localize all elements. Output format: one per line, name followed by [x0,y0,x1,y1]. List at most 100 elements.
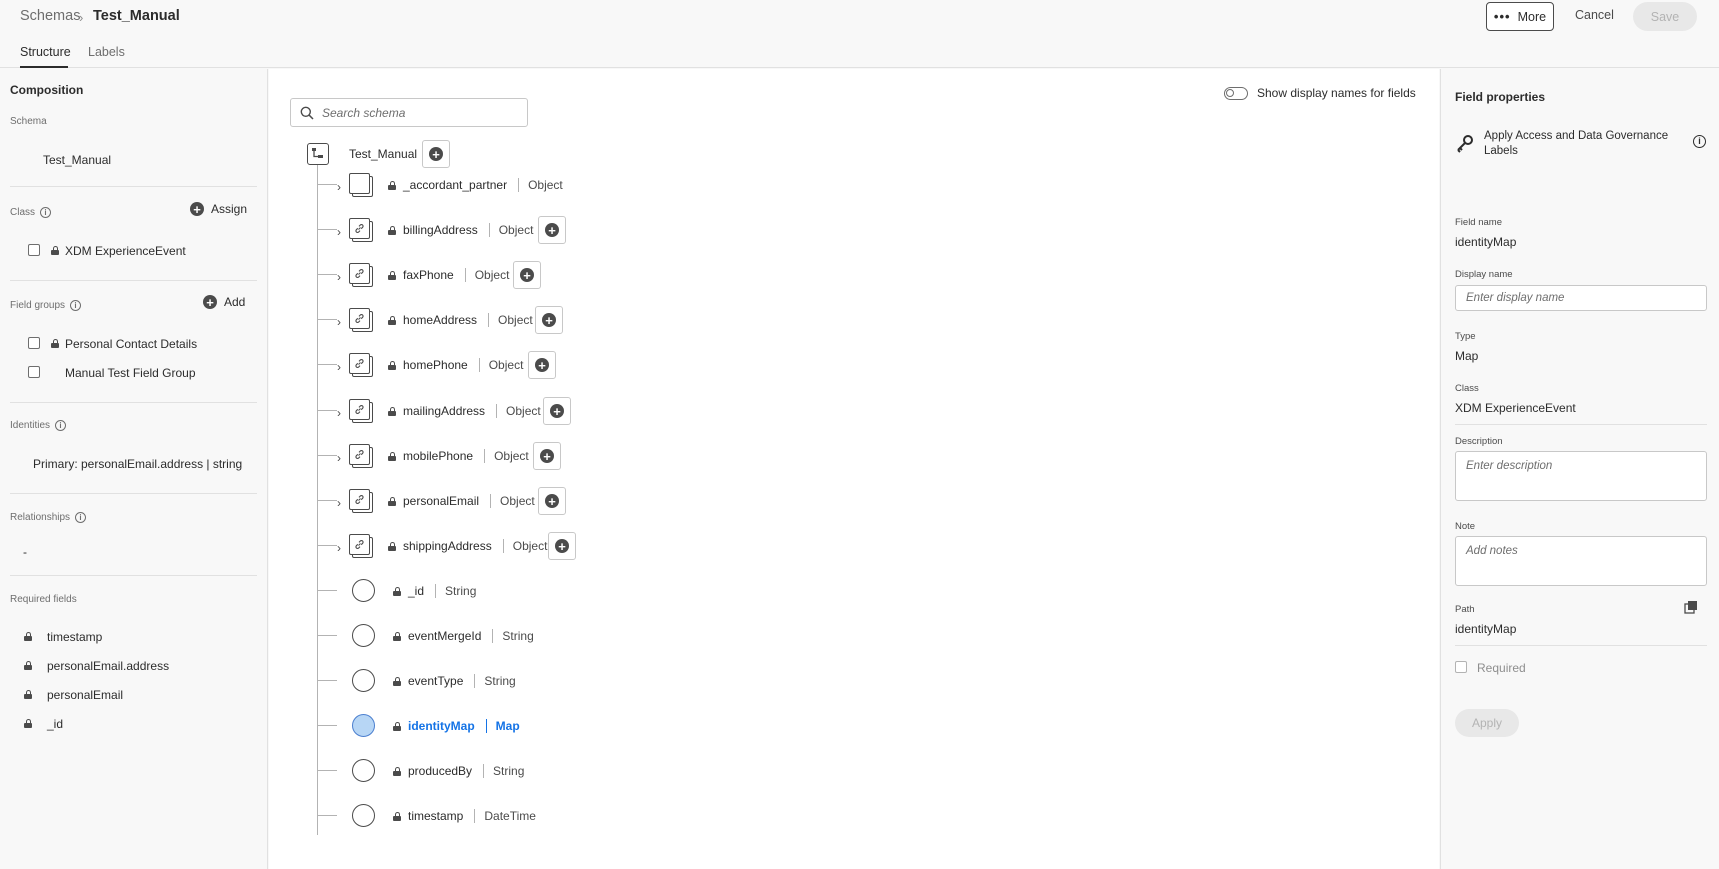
field-row[interactable]: eventMergeId String [269,623,969,653]
field-row[interactable]: › shippingAddress Object + [269,532,969,563]
primary-identity[interactable]: Primary: personalEmail.address | string [33,457,242,471]
divider [10,186,257,187]
field-row[interactable]: › mobilePhone Object + [269,442,969,473]
field-row[interactable]: producedBy String [269,758,969,788]
field-row[interactable]: › billingAddress Object + [269,216,969,247]
field-label[interactable]: _accordant_partner Object [388,178,563,192]
add-circle-icon: + [555,539,569,553]
info-icon[interactable]: i [75,512,87,523]
add-field-button[interactable]: + [538,487,566,515]
chevron-right-icon[interactable]: › [337,180,341,194]
required-field-item[interactable]: timestamp [47,630,102,644]
field-node-icon[interactable] [352,804,375,827]
field-label[interactable]: mailingAddress Object [388,404,541,418]
field-node-icon[interactable] [352,624,375,647]
add-field-button[interactable]: + [543,397,571,425]
add-field-button[interactable]: + [538,216,566,244]
toggle-switch[interactable] [1224,86,1248,100]
note-input[interactable] [1455,536,1707,586]
add-field-button[interactable]: + [513,261,541,289]
info-icon[interactable]: i [40,207,52,218]
field-group-item[interactable]: Personal Contact Details [65,337,197,351]
add-field-button[interactable]: + [422,140,450,168]
assign-class-button[interactable]: + Assign [190,202,247,216]
class-name[interactable]: XDM ExperienceEvent [65,244,186,258]
field-group-item[interactable]: Manual Test Field Group [65,366,196,380]
field-row[interactable]: › personalEmail Object + [269,487,969,518]
info-icon[interactable]: i [55,420,67,431]
field-row[interactable]: › homePhone Object + [269,351,969,382]
root-schema-name[interactable]: Test_Manual [349,147,417,161]
field-label[interactable]: identityMap Map [393,719,520,733]
required-field-item[interactable]: personalEmail.address [47,659,169,673]
field-row[interactable]: eventType String [269,668,969,698]
chevron-right-icon[interactable]: › [337,270,341,284]
breadcrumb-schemas[interactable]: Schemas [20,8,80,24]
add-circle-icon: + [190,202,204,216]
required-field-item[interactable]: _id [47,717,63,731]
display-names-toggle[interactable]: Show display names for fields [1224,86,1416,100]
apply-button[interactable]: Apply [1455,709,1519,737]
field-label[interactable]: shippingAddress Object [388,539,547,553]
field-label[interactable]: eventType String [393,674,516,688]
lock-icon [388,541,396,551]
field-row[interactable]: › homeAddress Object + [269,306,969,337]
chevron-right-icon[interactable]: › [337,225,341,239]
field-label[interactable]: faxPhone Object [388,268,509,282]
field-label[interactable]: timestamp DateTime [393,809,536,823]
chevron-right-icon[interactable]: › [337,360,341,374]
more-button[interactable]: ••• More [1486,2,1554,31]
display-name-input[interactable] [1455,285,1707,311]
field-label[interactable]: personalEmail Object [388,494,535,508]
search-icon [300,106,314,120]
chevron-right-icon[interactable]: › [337,496,341,510]
field-label[interactable]: eventMergeId String [393,629,534,643]
description-input[interactable] [1455,451,1707,501]
field-group-checkbox[interactable] [28,337,40,349]
chevron-right-icon[interactable]: › [337,451,341,465]
copy-icon[interactable] [1684,600,1698,614]
field-row[interactable]: › faxPhone Object + [269,261,969,292]
field-label[interactable]: _id String [393,584,476,598]
add-field-button[interactable]: + [535,306,563,334]
add-field-button[interactable]: + [533,442,561,470]
chevron-right-icon[interactable]: › [337,541,341,555]
add-field-group-button[interactable]: + Add [203,295,245,309]
field-type: Object [490,494,535,508]
field-row[interactable]: _id String [269,578,969,608]
field-group-checkbox[interactable] [28,366,40,378]
field-row[interactable]: › mailingAddress Object + [269,397,969,428]
field-label[interactable]: homeAddress Object [388,313,533,327]
field-row[interactable]: identityMap Map [269,713,969,743]
linked-object-icon [349,489,373,513]
class-checkbox[interactable] [28,244,40,256]
search-box[interactable] [290,98,528,127]
chevron-right-icon[interactable]: › [337,406,341,420]
chevron-right-icon[interactable]: › [337,315,341,329]
field-label[interactable]: homePhone Object [388,358,523,372]
required-checkbox[interactable] [1455,661,1467,673]
schema-name[interactable]: Test_Manual [43,153,111,167]
field-label[interactable]: producedBy String [393,764,524,778]
selected-field-node-icon[interactable] [352,714,375,737]
governance-labels-link[interactable]: Apply Access and Data Governance Labels [1484,129,1674,159]
schema-tree-icon[interactable] [307,143,329,165]
cancel-button[interactable]: Cancel [1575,8,1614,22]
required-field-item[interactable]: personalEmail [47,688,123,702]
search-input[interactable] [322,105,522,120]
field-label[interactable]: billingAddress Object [388,223,533,237]
field-node-icon[interactable] [352,579,375,602]
tab-structure[interactable]: Structure [20,45,71,59]
field-node-icon[interactable] [352,669,375,692]
field-node-icon[interactable] [352,759,375,782]
tab-labels[interactable]: Labels [88,45,125,59]
field-row[interactable]: timestamp DateTime [269,803,969,833]
info-icon[interactable]: i [1693,135,1706,148]
add-field-button[interactable]: + [528,351,556,379]
page-title: Test_Manual [93,8,180,24]
field-row[interactable]: › _accordant_partner Object [269,172,969,202]
add-field-button[interactable]: + [548,532,576,560]
info-icon[interactable]: i [70,300,82,311]
save-button[interactable]: Save [1633,2,1697,31]
field-label[interactable]: mobilePhone Object [388,449,529,463]
